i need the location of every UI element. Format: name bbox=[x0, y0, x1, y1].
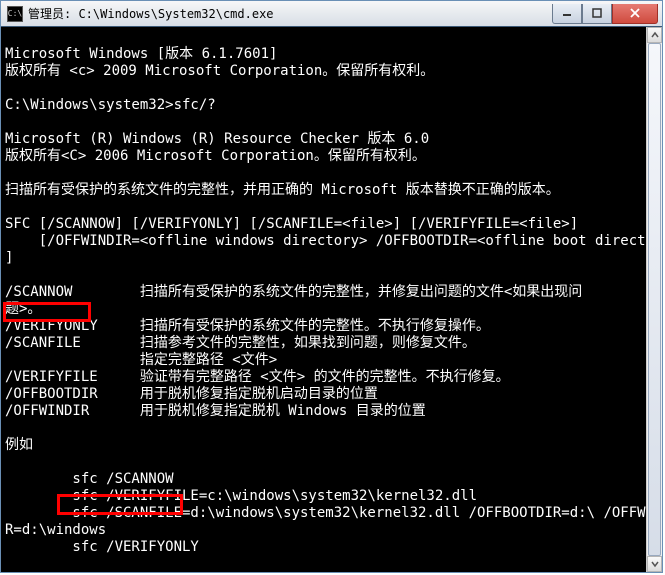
console-line: /VERIFYONLY 扫描所有受保护的系统文件的完整性。不执行修复操作。 bbox=[5, 318, 490, 334]
console-line: R=d:\windows bbox=[5, 522, 106, 538]
cmd-window: C:\ 管理员: C:\Windows\System32\cmd.exe Mic… bbox=[0, 0, 663, 573]
close-icon bbox=[629, 8, 641, 18]
console-line: 例如 bbox=[5, 437, 33, 453]
console-line: sfc /VERIFYFILE=c:\windows\system32\kern… bbox=[5, 488, 477, 504]
console-line: 版权所有 <c> 2009 Microsoft Corporation。保留所有… bbox=[5, 63, 434, 79]
console-line: Microsoft Windows [版本 6.1.7601] bbox=[5, 46, 277, 62]
console-line: ] bbox=[5, 250, 13, 266]
window-buttons bbox=[552, 4, 658, 24]
console-line: C:\Windows\system32>sfc/? bbox=[5, 97, 216, 113]
console-line: 版权所有<C> 2006 Microsoft Corporation。保留所有权… bbox=[5, 148, 426, 164]
scroll-track[interactable] bbox=[647, 43, 662, 556]
chevron-up-icon bbox=[651, 31, 659, 39]
console-line: /SCANNOW 扫描所有受保护的系统文件的完整性，并修复出问题的文件<如果出现… bbox=[5, 284, 582, 300]
console-line: /VERIFYFILE 验证带有完整路径 <文件> 的文件的完整性。不执行修复。 bbox=[5, 369, 510, 385]
scroll-thumb[interactable] bbox=[648, 43, 661, 556]
console-line: SFC [/SCANNOW] [/VERIFYONLY] [/SCANFILE=… bbox=[5, 216, 578, 232]
console-line: [/OFFWINDIR=<offline windows directory> … bbox=[5, 233, 662, 249]
minimize-button[interactable] bbox=[552, 4, 582, 24]
cmd-icon: C:\ bbox=[7, 6, 23, 22]
console-area[interactable]: Microsoft Windows [版本 6.1.7601] 版权所有 <c>… bbox=[1, 27, 662, 572]
vertical-scrollbar[interactable] bbox=[646, 27, 662, 572]
minimize-icon bbox=[562, 8, 572, 18]
console-line: /SCANFILE 扫描参考文件的完整性，如果找到问题，则修复文件。 bbox=[5, 335, 476, 351]
window-title: 管理员: C:\Windows\System32\cmd.exe bbox=[28, 5, 552, 22]
console-line: /OFFWINDIR 用于脱机修复指定脱机 Windows 目录的位置 bbox=[5, 403, 426, 419]
maximize-icon bbox=[592, 8, 602, 18]
console-line: sfc /SCANNOW bbox=[5, 471, 174, 487]
maximize-button[interactable] bbox=[582, 4, 612, 24]
console-line: sfc /SCANFILE=d:\windows\system32\kernel… bbox=[5, 505, 662, 521]
console-line: sfc /VERIFYONLY bbox=[5, 539, 199, 555]
console-line: 题>。 bbox=[5, 301, 41, 317]
console-line: /OFFBOOTDIR 用于脱机修复指定脱机启动目录的位置 bbox=[5, 386, 378, 402]
titlebar[interactable]: C:\ 管理员: C:\Windows\System32\cmd.exe bbox=[1, 1, 662, 27]
close-button[interactable] bbox=[612, 4, 658, 24]
scroll-up-button[interactable] bbox=[647, 27, 662, 43]
chevron-down-icon bbox=[651, 560, 659, 568]
scroll-down-button[interactable] bbox=[647, 556, 662, 572]
console-line: 扫描所有受保护的系统文件的完整性，并用正确的 Microsoft 版本替换不正确… bbox=[5, 182, 560, 198]
console-line: 指定完整路径 <文件> bbox=[5, 352, 277, 368]
console-line: Microsoft (R) Windows (R) Resource Check… bbox=[5, 131, 429, 147]
